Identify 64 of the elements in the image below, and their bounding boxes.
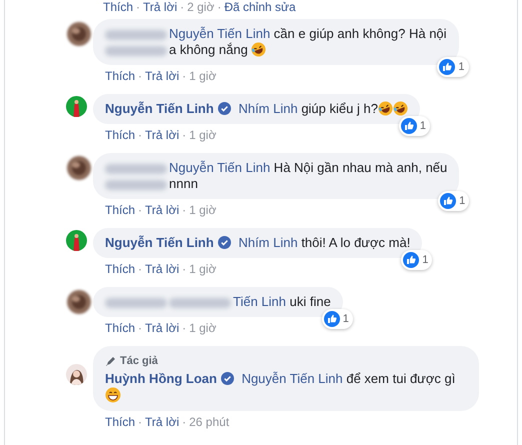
- separator: ·: [182, 68, 186, 82]
- reaction-badge[interactable]: 1: [401, 250, 432, 270]
- author-label: Tác giả: [120, 354, 158, 369]
- reply-link[interactable]: Trả lời: [145, 414, 180, 428]
- like-link[interactable]: Thích: [105, 414, 136, 428]
- mention-link[interactable]: Tiến Linh: [233, 294, 286, 309]
- reaction-badge[interactable]: 1: [322, 309, 353, 329]
- laughing-emoji-icon: [378, 101, 393, 116]
- mention-link[interactable]: Nguyễn Tiến Linh: [169, 160, 270, 175]
- separator: ·: [182, 128, 186, 142]
- laughing-emoji-icon: [392, 101, 408, 116]
- separator: ·: [138, 320, 142, 334]
- reply-link[interactable]: Trả lời: [145, 68, 180, 82]
- comment-text: Nguyễn Tiến Linh Nhím Linh giúp kiểu j h?: [105, 101, 408, 117]
- comment-text: Nguyễn Tiến Linh Hà Nội gần nhau mà anh, nếu nnnn: [105, 160, 448, 192]
- separator: ·: [138, 414, 142, 428]
- like-link[interactable]: Thích: [105, 202, 136, 216]
- like-link[interactable]: Thích: [105, 320, 136, 334]
- separator: ·: [182, 202, 186, 216]
- separator: ·: [138, 68, 142, 82]
- reply-link[interactable]: Trả lời: [145, 128, 180, 142]
- reaction-badge[interactable]: 1: [437, 57, 469, 77]
- author-name[interactable]: Huỳnh Hồng Loan: [105, 371, 217, 386]
- comment-text: Tiến Linh uki fine: [105, 294, 331, 310]
- like-link[interactable]: Thích: [105, 262, 136, 276]
- like-icon: [324, 311, 340, 327]
- pen-icon: [105, 355, 117, 367]
- reply-link[interactable]: Trả lời: [145, 320, 180, 334]
- blurred-text-drawing: [105, 46, 167, 56]
- mention-link[interactable]: Nguyễn Tiến Linh: [169, 26, 270, 41]
- edited-link[interactable]: Đã chỉnh sửa: [224, 0, 296, 14]
- reaction-badge[interactable]: 1: [398, 116, 430, 136]
- reaction-badge[interactable]: 1: [438, 191, 470, 211]
- reply-link[interactable]: Trả lời: [145, 262, 180, 276]
- separator: ·: [138, 202, 142, 216]
- comment-text: Nguyễn Tiến Linh Nhím Linh thôi! A lo được mà!: [105, 235, 410, 251]
- like-icon: [440, 193, 456, 209]
- mention-link[interactable]: Nhím Linh: [238, 101, 298, 116]
- like-icon: [400, 118, 417, 134]
- separator: ·: [182, 320, 186, 334]
- author-name[interactable]: Nguyễn Tiến Linh: [105, 235, 214, 250]
- like-icon: [403, 252, 420, 268]
- separator: ·: [138, 262, 142, 276]
- mention-link[interactable]: Nguyễn Tiến Linh: [242, 371, 343, 386]
- reply-link[interactable]: Trả lời: [145, 202, 180, 216]
- separator: ·: [138, 128, 142, 142]
- separator: ·: [180, 0, 184, 14]
- separator: ·: [182, 414, 186, 428]
- mention-link[interactable]: Nhím Linh: [238, 235, 298, 250]
- separator: ·: [136, 0, 140, 14]
- like-link[interactable]: Thích: [103, 0, 134, 14]
- comment-text: Nguyễn Tiến Linh cần e giúp anh không? Hà nội a không nắng: [105, 26, 447, 58]
- separator: ·: [217, 0, 222, 14]
- blurred-text-drawing: [169, 298, 231, 308]
- like-link[interactable]: Thích: [105, 128, 136, 142]
- author-name[interactable]: Nguyễn Tiến Linh: [105, 101, 214, 116]
- comment-text: Huỳnh Hồng Loan Nguyễn Tiến Linh để xem tui được gì: [105, 371, 467, 404]
- separator: ·: [182, 262, 186, 276]
- like-link[interactable]: Thích: [105, 68, 136, 82]
- grinning-emoji-icon: [105, 387, 121, 403]
- blurred-text-drawing: [105, 180, 167, 190]
- laughing-emoji-icon: [251, 42, 266, 57]
- like-icon: [439, 59, 456, 75]
- reply-link[interactable]: Trả lời: [143, 0, 178, 14]
